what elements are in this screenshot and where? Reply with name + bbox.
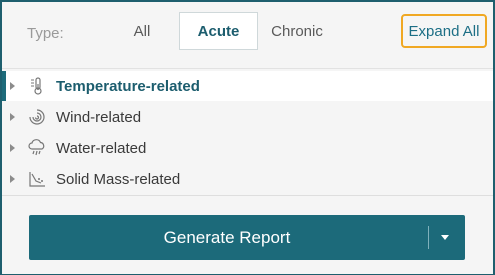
generate-report-button[interactable]: Generate Report: [29, 215, 465, 260]
expand-all-button[interactable]: Expand All: [401, 14, 487, 48]
hazard-filter-panel: Type: All Acute Chronic Expand All Tempe…: [0, 0, 495, 275]
tree-item-label: Temperature-related: [56, 78, 200, 95]
caret-right-icon[interactable]: [10, 113, 15, 121]
hazard-tree: Temperature-related Wind-related Water-r…: [2, 68, 493, 196]
tab-acute[interactable]: Acute: [179, 12, 258, 50]
tree-item-label: Solid Mass-related: [56, 171, 181, 188]
type-label: Type:: [27, 25, 64, 42]
tree-item-label: Water-related: [56, 140, 147, 157]
type-filter-bar: Type: All Acute Chronic Expand All: [2, 2, 493, 68]
landslide-icon: [27, 169, 47, 189]
tree-item-temperature[interactable]: Temperature-related: [2, 71, 493, 101]
tab-all[interactable]: All: [120, 12, 164, 50]
rain-cloud-icon: [27, 138, 47, 158]
footer: Generate Report: [2, 195, 493, 274]
button-divider: [428, 226, 429, 249]
thermometer-icon: [27, 76, 47, 96]
tree-item-label: Wind-related: [56, 109, 142, 126]
wind-icon: [27, 107, 47, 127]
tree-item-solid-mass[interactable]: Solid Mass-related: [2, 164, 493, 194]
caret-right-icon[interactable]: [10, 144, 15, 152]
tree-item-water[interactable]: Water-related: [2, 133, 493, 163]
generate-report-label[interactable]: Generate Report: [29, 215, 425, 260]
tree-item-wind[interactable]: Wind-related: [2, 102, 493, 132]
caret-right-icon[interactable]: [10, 175, 15, 183]
tab-chronic[interactable]: Chronic: [264, 12, 330, 50]
caret-right-icon[interactable]: [10, 82, 15, 90]
chevron-down-icon[interactable]: [441, 235, 449, 240]
